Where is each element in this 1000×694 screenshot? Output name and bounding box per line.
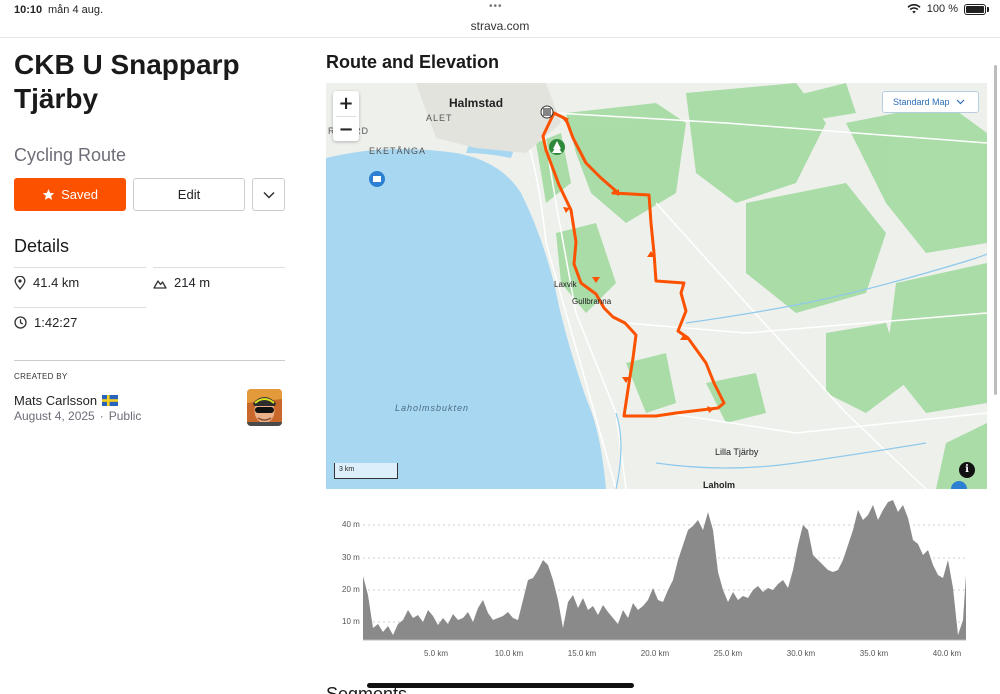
x-tick-20: 20.0 km [641, 649, 670, 658]
creator-name-link[interactable]: Mats Carlsson [14, 393, 119, 408]
url-bar[interactable]: strava.com [0, 19, 1000, 33]
time-stat: 1:42:27 [14, 315, 77, 330]
y-tick-30: 30 m [342, 553, 360, 562]
battery-icon [964, 3, 989, 15]
distance-value: 41.4 km [33, 275, 80, 290]
map-label-laholm: Laholm [703, 480, 736, 489]
y-tick-40: 40 m [342, 520, 360, 529]
meta-separator: · [99, 409, 104, 423]
elevation-chart[interactable]: 40 m 30 m 20 m 10 m 5.0 km 10.0 km 15.0 … [326, 500, 987, 665]
map-label-laholmsbukten: Laholmsbukten [395, 403, 470, 413]
status-bar: 10:10 mån 4 aug. ••• strava.com 100 % [0, 0, 1000, 38]
route-title: CKB U Snapparp Tjärby [14, 49, 240, 114]
creator-name[interactable]: Mats Carlsson [14, 393, 97, 408]
edit-button[interactable]: Edit [133, 178, 245, 211]
avatar-image [247, 389, 282, 426]
mountain-icon [153, 279, 167, 289]
map-label-halmstad: Halmstad [449, 96, 504, 110]
divider [153, 267, 285, 268]
y-tick-20: 20 m [342, 585, 360, 594]
info-icon[interactable]: i [959, 462, 975, 478]
divider [14, 267, 146, 268]
zoom-controls: + − [333, 91, 359, 141]
zoom-out-button[interactable]: − [333, 117, 359, 142]
x-tick-35: 35.0 km [860, 649, 889, 658]
x-tick-25: 25.0 km [714, 649, 743, 658]
saved-label: Saved [61, 187, 98, 202]
divider [14, 307, 146, 308]
x-tick-30: 30.0 km [787, 649, 816, 658]
map-label-gullbranna: Gullbranna [572, 297, 612, 306]
chevron-down-icon [956, 99, 964, 105]
elevation-profile [363, 500, 966, 640]
creator-meta: August 4, 2025 · Public [14, 409, 141, 423]
saved-button[interactable]: Saved [14, 178, 126, 211]
zoom-in-button[interactable]: + [333, 91, 359, 116]
elevation-stat: 214 m [153, 275, 210, 290]
location-pin-icon [14, 275, 26, 290]
route-type: Cycling Route [14, 145, 127, 165]
y-tick-10: 10 m [342, 617, 360, 626]
wifi-icon [907, 4, 921, 14]
route-elevation-heading: Route and Elevation [326, 52, 500, 72]
divider [14, 360, 285, 361]
distance-stat: 41.4 km [14, 275, 79, 290]
x-tick-15: 15.0 km [568, 649, 597, 658]
chevron-down-icon [262, 191, 275, 199]
map-type-select[interactable]: Standard Map [882, 91, 979, 113]
elevation-value: 214 m [174, 275, 211, 290]
visibility-label: Public [108, 409, 142, 423]
sweden-flag-icon [102, 395, 119, 406]
map-scale-bar: 3 km [334, 463, 398, 479]
created-by-label: CREATED BY [14, 372, 68, 381]
created-date: August 4, 2025 [14, 409, 95, 423]
map-label-alet: ALET [426, 113, 453, 123]
battery-percent: 100 % [926, 3, 958, 15]
star-icon [42, 189, 55, 200]
more-options-button[interactable] [252, 178, 285, 211]
details-heading: Details [14, 236, 70, 256]
time-value: 1:42:27 [34, 315, 78, 330]
map-label-eketanga: EKETÅNGA [369, 146, 427, 156]
map-label-lilla-tjarby: Lilla Tjärby [715, 447, 759, 457]
more-dots-icon[interactable]: ••• [489, 1, 503, 12]
date: mån 4 aug. [48, 4, 104, 16]
avatar[interactable] [247, 389, 282, 426]
system-indicators: 100 % [907, 3, 989, 15]
x-tick-40: 40.0 km [933, 649, 962, 658]
home-indicator[interactable] [367, 683, 634, 688]
route-map[interactable]: Halmstad ALET R GÅRD EKETÅNGA Laxvik Gul… [326, 83, 987, 489]
map-canvas[interactable] [326, 83, 987, 489]
map-type-label: Standard Map [893, 97, 950, 107]
x-tick-5: 5.0 km [424, 649, 448, 658]
map-label-laxvik: Laxvik [554, 280, 577, 289]
scrollbar[interactable] [994, 65, 997, 395]
x-tick-10: 10.0 km [495, 649, 524, 658]
clock: 10:10 [14, 4, 43, 16]
clock-icon [14, 316, 27, 329]
